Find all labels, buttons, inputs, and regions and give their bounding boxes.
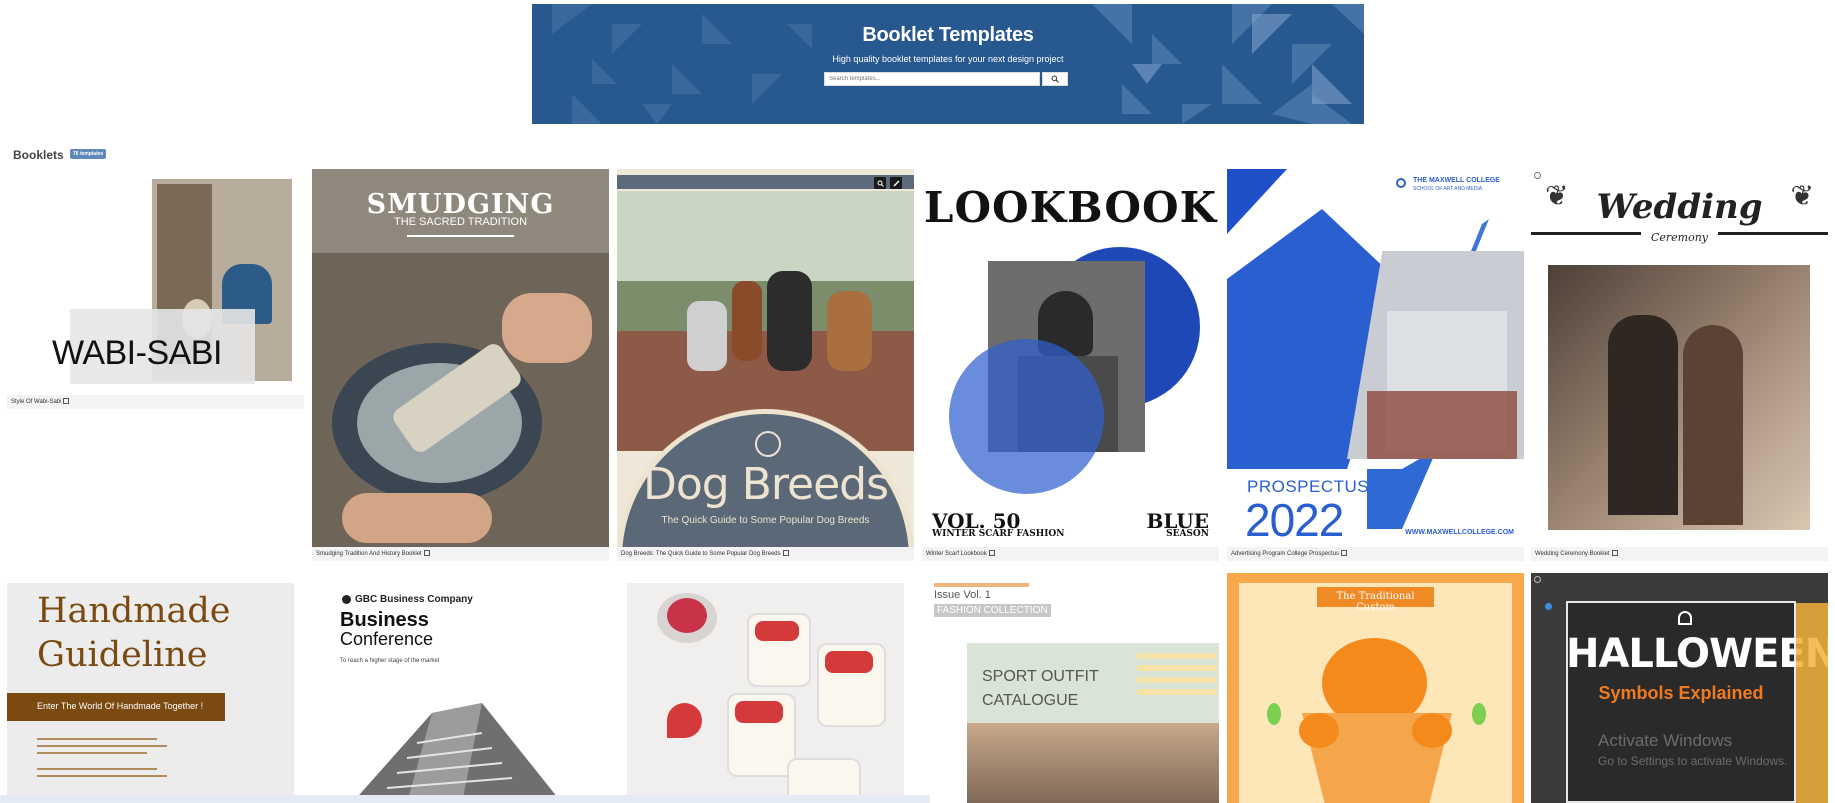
dessert-photo: [627, 583, 904, 803]
cover-banner: The Traditional Custom: [1336, 591, 1415, 613]
card-caption[interactable]: Wedding Ceremony Booklet: [1531, 547, 1828, 561]
template-card-dog-breeds[interactable]: Dog Breeds The Quick Guide to Some Popul…: [617, 169, 914, 561]
cover-subtitle: Symbols Explained: [1598, 683, 1764, 703]
search-button[interactable]: [1042, 72, 1068, 86]
issue-label: Issue Vol. 1: [934, 589, 991, 601]
cover-title-line1: SPORT OUTFIT: [982, 668, 1099, 685]
template-card-wedding[interactable]: Wedding Ceremony ❦ ❦ Wedding Ceremony Bo…: [1531, 169, 1828, 561]
edit-icon[interactable]: [423, 550, 430, 557]
building-photo: [352, 703, 562, 803]
template-count-badge: 76 templates: [70, 149, 107, 159]
cover-subtitle: THE SACRED TRADITION: [393, 216, 528, 228]
card-caption[interactable]: Smudging Tradition And History Booklet: [312, 547, 609, 561]
ghost-icon: [1678, 611, 1692, 625]
cover-title: Wedding: [1596, 187, 1763, 227]
activate-windows-hint: Go to Settings to activate Windows.: [1598, 754, 1788, 768]
section-title: Booklets: [13, 148, 64, 162]
card-thumbnail: LOOKBOOK VOL. 50 WINTER SCARF FASHION BL…: [922, 169, 1219, 547]
season-sub: SEASON: [1166, 529, 1209, 539]
hero-banner: Booklet Templates High quality booklet t…: [532, 4, 1364, 124]
paw-icon: [755, 431, 781, 457]
template-card-lookbook[interactable]: LOOKBOOK VOL. 50 WINTER SCARF FASHION BL…: [922, 169, 1219, 561]
edit-icon[interactable]: [1341, 550, 1348, 557]
company-logo-icon: [342, 595, 351, 604]
search-icon: [1051, 75, 1059, 83]
college-logo-icon: [1396, 178, 1406, 188]
caption-text: Winter Scarf Lookbook: [926, 551, 987, 557]
select-radio[interactable]: [1534, 172, 1541, 179]
cover-title-line2: Guideline: [37, 635, 208, 675]
card-caption[interactable]: Winter Scarf Lookbook: [922, 547, 1219, 561]
template-card-business-conference[interactable]: GBC Business Company Business Conference…: [312, 573, 609, 803]
template-card-prospectus[interactable]: THE MAXWELL COLLEGE SCHOOL OF ART AND ME…: [1227, 169, 1524, 561]
card-caption[interactable]: Advertising Program College Prospectus: [1227, 547, 1524, 561]
cover-banner: Enter The World Of Handmade Together !: [37, 701, 204, 711]
template-card-traditional-custom[interactable]: The Traditional Custom: [1227, 573, 1524, 803]
bottom-strip: [0, 795, 930, 803]
template-card-sport-outfit[interactable]: Issue Vol. 1 FASHION COLLECTION SPORT OU…: [922, 573, 1219, 803]
caption-text: Wedding Ceremony Booklet: [1535, 551, 1610, 557]
card-thumbnail: WABI-SABI: [7, 169, 304, 399]
card-thumbnail: GBC Business Company Business Conference…: [312, 573, 609, 803]
template-card-halloween[interactable]: HALLOWEEN Symbols Explained: [1531, 573, 1828, 803]
card-caption[interactable]: Dog Breeds: The Quick Guide to Some Popu…: [617, 547, 914, 561]
edit-icon[interactable]: [1611, 550, 1618, 557]
college-url: WWW.MAXWELLCOLLEGE.COM: [1405, 529, 1514, 536]
cover-title-line2: CATALOGUE: [982, 692, 1079, 709]
preview-button[interactable]: [874, 177, 886, 189]
volume-sub: WINTER SCARF FASHION: [932, 529, 1065, 539]
company-name: GBC Business Company: [355, 594, 473, 605]
page-title: Booklet Templates: [862, 24, 1034, 46]
caption-text: Dog Breeds: The Quick Guide to Some Popu…: [621, 551, 781, 557]
edit-icon[interactable]: [63, 398, 70, 405]
card-thumbnail: [617, 573, 914, 803]
pencil-icon: [893, 180, 899, 186]
search-bar: [824, 72, 1074, 86]
abalone-shell-photo: [312, 253, 609, 547]
template-card-wabi-sabi[interactable]: WABI-SABI Style Of Wabi-Sabi: [7, 169, 304, 409]
triangle-pattern: [552, 4, 1364, 124]
edit-template-button[interactable]: [890, 177, 902, 189]
prospectus-year: 2022: [1245, 494, 1344, 546]
card-thumbnail: Wedding Ceremony ❦ ❦: [1531, 169, 1828, 547]
caption-text: Style Of Wabi-Sabi: [11, 399, 62, 405]
card-thumbnail: THE MAXWELL COLLEGE SCHOOL OF ART AND ME…: [1227, 169, 1524, 547]
card-thumbnail: SMUDGING THE SACRED TRADITION: [312, 169, 609, 547]
card-caption[interactable]: Style Of Wabi-Sabi: [7, 395, 304, 409]
card-thumbnail: Dog Breeds The Quick Guide to Some Popul…: [617, 169, 914, 547]
template-card-smudging[interactable]: SMUDGING THE SACRED TRADITION Smudging T…: [312, 169, 609, 561]
card-thumbnail: Issue Vol. 1 FASHION COLLECTION SPORT OU…: [922, 573, 1219, 803]
page-subtitle: High quality booklet templates for your …: [832, 54, 1064, 64]
select-radio[interactable]: [1534, 576, 1541, 583]
skatepark-photo: [967, 723, 1219, 803]
cover-title: HALLOWEEN: [1566, 631, 1828, 677]
search-input[interactable]: [824, 72, 1040, 86]
floral-left-icon: ❦: [1545, 180, 1569, 211]
cover-title: LOOKBOOK: [923, 183, 1218, 232]
collection-tag: FASHION COLLECTION: [934, 604, 1051, 617]
floral-right-icon: ❦: [1790, 180, 1814, 211]
cover-title: Dog Breeds: [642, 459, 889, 510]
caption-text: Advertising Program College Prospectus: [1231, 551, 1340, 557]
template-card-strawberry-dessert[interactable]: [617, 573, 914, 803]
cover-title-line1: Handmade: [37, 591, 231, 631]
college-name: THE MAXWELL COLLEGE: [1413, 177, 1500, 184]
card-thumbnail: HALLOWEEN Symbols Explained: [1531, 573, 1828, 803]
card-thumbnail: The Traditional Custom: [1227, 573, 1524, 803]
zoom-icon: [877, 180, 884, 187]
activate-windows-title: Activate Windows: [1598, 731, 1733, 750]
cover-subtitle: The Quick Guide to Some Popular Dog Bree…: [661, 515, 870, 526]
edit-icon[interactable]: [782, 550, 789, 557]
card-thumbnail: Handmade Guideline Enter The World Of Ha…: [7, 573, 304, 803]
couple-photo: [1548, 265, 1810, 530]
cover-title-line2: Conference: [340, 629, 434, 649]
cover-title: WABI-SABI: [52, 334, 222, 372]
edit-icon[interactable]: [988, 550, 995, 557]
college-sub: SCHOOL OF ART AND MEDIA: [1413, 186, 1483, 192]
cover-subtitle: To reach a higher stage of the market: [340, 658, 440, 664]
template-card-handmade[interactable]: Handmade Guideline Enter The World Of Ha…: [7, 573, 304, 803]
caption-text: Smudging Tradition And History Booklet: [316, 551, 422, 557]
